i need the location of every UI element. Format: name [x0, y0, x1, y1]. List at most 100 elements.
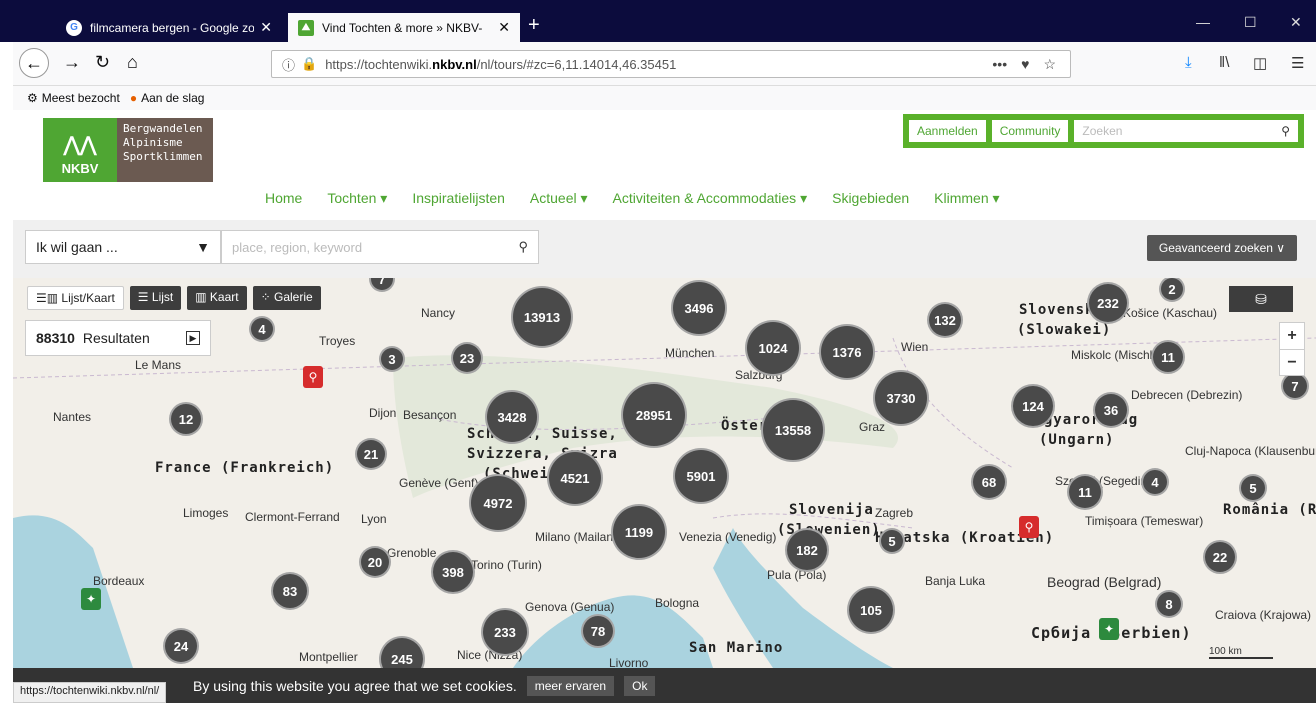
cookie-ok-button[interactable]: Ok — [624, 675, 656, 696]
map-cluster[interactable]: 28951 — [621, 382, 687, 448]
forward-button[interactable]: → — [63, 52, 81, 73]
activity-select[interactable]: Ik wil gaan ... ▼ — [25, 230, 221, 264]
url-bar[interactable]: ⓘ 🔒 https://tochtenwiki.nkbv.nl/nl/tours… — [271, 50, 1071, 78]
nav-klimmen[interactable]: Klimmen ▾ — [934, 190, 999, 207]
download-icon[interactable]: ⤓ — [1185, 54, 1192, 71]
community-button[interactable]: Community — [991, 120, 1069, 142]
map-cluster[interactable]: 24 — [163, 628, 199, 664]
page-actions-icon[interactable]: ••• — [992, 56, 1007, 73]
layers-button[interactable]: ⛁ — [1229, 286, 1293, 312]
hiker-poi-icon[interactable]: ✦ — [81, 588, 101, 610]
nkbv-logo[interactable]: ⋀⋀ NKBV Bergwandelen Alpinisme Sportklim… — [43, 118, 213, 182]
map-cluster[interactable]: 1199 — [611, 504, 667, 560]
keyword-input[interactable]: place, region, keyword ⚲ — [221, 230, 539, 264]
tab-gallery[interactable]: ⁘ Galerie — [252, 286, 321, 310]
pocket-icon[interactable]: ♥ — [1021, 56, 1029, 73]
map-cluster[interactable]: 83 — [271, 572, 309, 610]
zoom-in-button[interactable]: + — [1280, 323, 1304, 349]
map-cluster[interactable]: 7 — [1281, 372, 1309, 400]
map-cluster[interactable]: 68 — [971, 464, 1007, 500]
home-button[interactable]: ⌂ — [127, 52, 138, 73]
map-cluster[interactable]: 4972 — [469, 474, 527, 532]
nav-tochten[interactable]: Tochten ▾ — [327, 190, 387, 207]
info-icon[interactable]: ⓘ — [282, 55, 295, 74]
map-cluster[interactable]: 22 — [1203, 540, 1237, 574]
site-search-input[interactable]: Zoeken ⚲ — [1074, 120, 1298, 142]
nav-home[interactable]: Home — [265, 190, 302, 207]
map-cluster[interactable]: 398 — [431, 550, 475, 594]
map-cluster[interactable]: 4 — [249, 316, 275, 342]
map-cluster[interactable]: 5901 — [673, 448, 729, 504]
tab-map[interactable]: ▥ Kaart — [187, 286, 247, 310]
close-window-icon[interactable]: ✕ — [1290, 14, 1302, 31]
map-cluster[interactable]: 1376 — [819, 324, 875, 380]
new-tab-button[interactable]: + — [528, 14, 540, 37]
cookie-text: By using this website you agree that we … — [193, 677, 517, 694]
map-cluster[interactable]: 20 — [359, 546, 391, 578]
status-bar-url: https://tochtenwiki.nkbv.nl/nl/ — [13, 682, 167, 703]
map-cluster[interactable]: 12 — [169, 402, 203, 436]
browser-tab-bar: G filmcamera bergen - Google zo ✕ ⛰ Vind… — [0, 0, 1316, 42]
map-cluster[interactable]: 233 — [481, 608, 529, 656]
map-cluster[interactable]: 5 — [1239, 474, 1267, 502]
search-icon[interactable]: ⚲ — [1281, 124, 1290, 138]
bike-poi-icon[interactable]: ⚲ — [1019, 516, 1039, 538]
browser-tab-google[interactable]: G filmcamera bergen - Google zo ✕ — [56, 13, 282, 42]
map-cluster[interactable]: 13913 — [511, 286, 573, 348]
map-cluster[interactable]: 3496 — [671, 280, 727, 336]
map-cluster[interactable]: 124 — [1011, 384, 1055, 428]
map-cluster[interactable]: 78 — [581, 614, 615, 648]
login-button[interactable]: Aanmelden — [909, 120, 986, 142]
map-cluster[interactable]: 11 — [1151, 340, 1185, 374]
map-cluster[interactable]: 4 — [1141, 468, 1169, 496]
bookmark-star-icon[interactable]: ☆ — [1043, 56, 1056, 73]
site-search-placeholder: Zoeken — [1082, 124, 1123, 138]
map-cluster[interactable]: 3 — [379, 346, 405, 372]
nav-skigebieden[interactable]: Skigebieden — [832, 190, 909, 207]
map-cluster[interactable]: 182 — [785, 528, 829, 572]
nav-activiteiten[interactable]: Activiteiten & Accommodaties ▾ — [613, 190, 808, 207]
close-icon[interactable]: ✕ — [260, 19, 272, 36]
nav-inspiratielijsten[interactable]: Inspiratielijsten — [412, 190, 505, 207]
maximize-icon[interactable]: ☐ — [1244, 14, 1257, 31]
search-icon[interactable]: ⚲ — [518, 239, 528, 255]
browser-tab-nkbv[interactable]: ⛰ Vind Tochten & more » NKBV- ✕ — [288, 13, 520, 42]
advanced-search-button[interactable]: Geavanceerd zoeken ∨ — [1147, 235, 1297, 261]
bookmark-getting-started[interactable]: ● Aan de slag — [130, 91, 205, 105]
expand-arrow-icon[interactable]: ▶ — [186, 331, 200, 345]
back-button[interactable]: ← — [19, 48, 49, 78]
map-cluster[interactable]: 3428 — [485, 390, 539, 444]
map[interactable]: Nancy Troyes Le Mans Nantes Dijon Besanç… — [13, 278, 1316, 668]
results-count-box[interactable]: 88310 Resultaten ▶ — [25, 320, 211, 356]
map-cluster[interactable]: 36 — [1093, 392, 1129, 428]
hiker-poi-icon[interactable]: ✦ — [1099, 618, 1119, 640]
map-cluster[interactable]: 232 — [1087, 282, 1129, 324]
close-icon[interactable]: ✕ — [498, 19, 510, 36]
map-cluster[interactable]: 23 — [451, 342, 483, 374]
library-icon[interactable]: ‖\ — [1219, 54, 1229, 71]
map-cluster[interactable]: 11 — [1067, 474, 1103, 510]
nav-actueel[interactable]: Actueel ▾ — [530, 190, 588, 207]
country-label: România (Rumänien) — [1223, 502, 1316, 518]
map-cluster[interactable]: 5 — [879, 528, 905, 554]
sidebar-icon[interactable]: ◫ — [1253, 54, 1267, 72]
tab-list-map[interactable]: ☰▥ Lijst/Kaart — [27, 286, 124, 310]
zoom-out-button[interactable]: − — [1280, 349, 1304, 375]
tour-search-row: Ik wil gaan ... ▼ place, region, keyword… — [13, 220, 1316, 278]
cookie-more-button[interactable]: meer ervaren — [526, 675, 615, 696]
bookmark-most-visited[interactable]: ⚙ Meest bezocht — [27, 91, 120, 105]
map-cluster[interactable]: 21 — [355, 438, 387, 470]
map-cluster[interactable]: 8 — [1155, 590, 1183, 618]
bike-poi-icon[interactable]: ⚲ — [303, 366, 323, 388]
map-cluster[interactable]: 3730 — [873, 370, 929, 426]
map-cluster[interactable]: 1024 — [745, 320, 801, 376]
map-label: Beograd (Belgrad) — [1047, 574, 1162, 590]
map-cluster[interactable]: 105 — [847, 586, 895, 634]
map-cluster[interactable]: 4521 — [547, 450, 603, 506]
menu-icon[interactable]: ☰ — [1291, 54, 1304, 72]
minimize-icon[interactable]: — — [1196, 14, 1210, 30]
tab-list[interactable]: ☰ Lijst — [129, 286, 182, 310]
reload-button[interactable]: ↻ — [95, 52, 110, 73]
map-cluster[interactable]: 13558 — [761, 398, 825, 462]
map-cluster[interactable]: 132 — [927, 302, 963, 338]
